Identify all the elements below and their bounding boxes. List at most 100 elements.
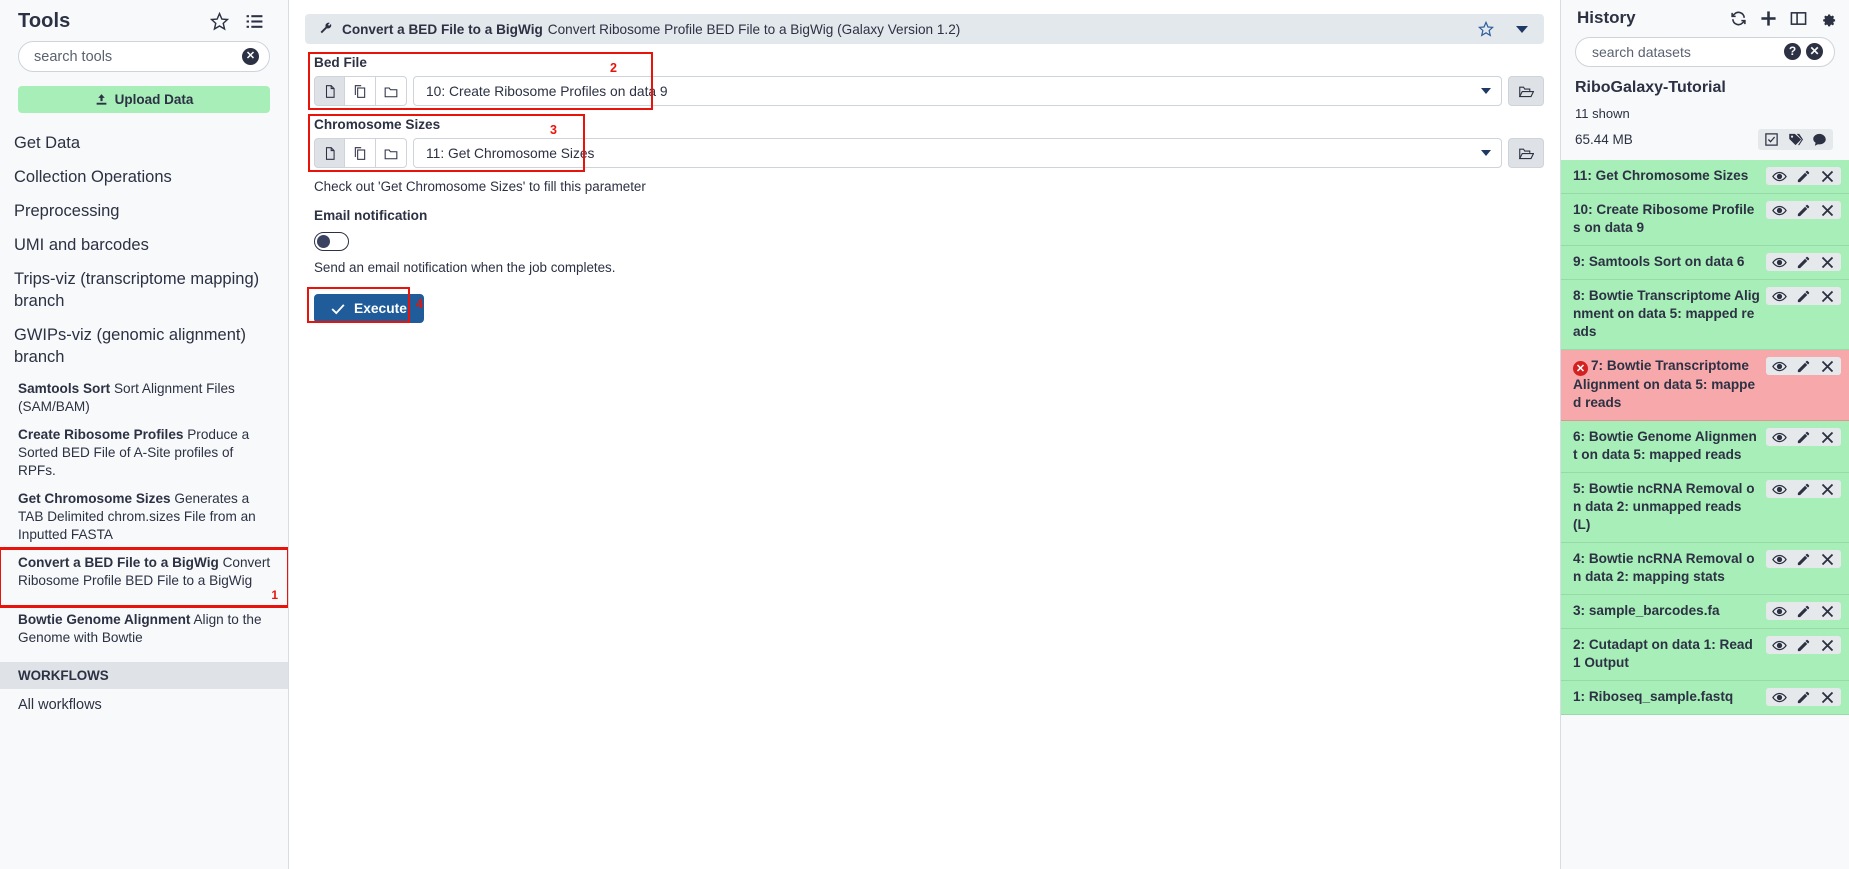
tool-item-create-ribosome-profiles[interactable]: Create Ribosome Profiles Produce a Sorte…: [0, 421, 288, 485]
pencil-icon[interactable]: [1796, 289, 1811, 303]
tool-section-gwips-viz[interactable]: GWIPs-viz (genomic alignment) branch: [0, 319, 288, 375]
list-item[interactable]: 9: Samtools Sort on data 6: [1561, 245, 1849, 280]
execute-button[interactable]: Execute: [314, 294, 424, 323]
history-search-wrap: ? ✕: [1561, 32, 1849, 67]
delete-icon[interactable]: [1820, 552, 1835, 566]
gear-icon[interactable]: [1820, 10, 1837, 27]
tool-search-wrap: ✕: [0, 37, 288, 72]
delete-icon[interactable]: [1820, 430, 1835, 444]
list-item[interactable]: ✕ 7: Bowtie Transcriptome Alignment on da…: [1561, 349, 1849, 422]
multiple-datasets-icon[interactable]: [345, 138, 376, 168]
history-shown-count: 11 shown: [1575, 106, 1630, 121]
bed-file-select[interactable]: 10: Create Ribosome Profiles on data 9: [413, 76, 1502, 106]
list-icon[interactable]: [245, 12, 264, 31]
clear-icon[interactable]: ✕: [242, 48, 259, 65]
eye-icon[interactable]: [1772, 604, 1787, 618]
star-icon[interactable]: [1477, 20, 1495, 37]
dataset-collection-icon[interactable]: [376, 138, 407, 168]
list-item[interactable]: 2: Cutadapt on data 1: Read 1 Output: [1561, 628, 1849, 681]
tool-section-umi-and-barcodes[interactable]: UMI and barcodes: [0, 229, 288, 263]
delete-icon[interactable]: [1820, 604, 1835, 618]
annotation-icon[interactable]: [1812, 132, 1827, 147]
eye-icon[interactable]: [1772, 359, 1787, 373]
dataset-actions: [1766, 356, 1841, 375]
eye-icon[interactable]: [1772, 430, 1787, 444]
pencil-icon[interactable]: [1796, 255, 1811, 269]
eye-icon[interactable]: [1772, 690, 1787, 704]
delete-icon[interactable]: [1820, 169, 1835, 183]
dataset-mode-group-bed-file: [314, 76, 407, 106]
eye-icon[interactable]: [1772, 638, 1787, 652]
switch-history-icon[interactable]: [1790, 10, 1807, 27]
pencil-icon[interactable]: [1796, 169, 1811, 183]
eye-icon[interactable]: [1772, 255, 1787, 269]
refresh-icon[interactable]: [1730, 10, 1747, 27]
delete-icon[interactable]: [1820, 482, 1835, 496]
tool-item-get-chromosome-sizes[interactable]: Get Chromosome Sizes Generates a TAB Del…: [0, 485, 288, 549]
pencil-icon[interactable]: [1796, 430, 1811, 444]
list-item[interactable]: 4: Bowtie ncRNA Removal on data 2: mappi…: [1561, 543, 1849, 595]
upload-data-button[interactable]: Upload Data: [18, 86, 270, 113]
delete-icon[interactable]: [1820, 638, 1835, 652]
list-item[interactable]: 6: Bowtie Genome Alignment on data 5: ma…: [1561, 421, 1849, 474]
pencil-icon[interactable]: [1796, 552, 1811, 566]
star-icon[interactable]: [210, 12, 229, 31]
eye-icon[interactable]: [1772, 482, 1787, 496]
list-item[interactable]: 10: Create Ribosome Profiles on data 9: [1561, 194, 1849, 246]
workflows-all-link[interactable]: All workflows: [0, 689, 288, 721]
select-items-icon[interactable]: [1764, 132, 1779, 147]
chevron-down-icon: [1481, 88, 1491, 94]
pencil-icon[interactable]: [1796, 690, 1811, 704]
dataset-actions: [1766, 550, 1841, 569]
pencil-icon[interactable]: [1796, 359, 1811, 373]
delete-icon[interactable]: [1820, 690, 1835, 704]
tool-section-collection-operations[interactable]: Collection Operations: [0, 161, 288, 195]
multiple-datasets-icon[interactable]: [345, 76, 376, 106]
eye-icon[interactable]: [1772, 203, 1787, 217]
dataset-name: 6: Bowtie Genome Alignment on data 5: ma…: [1573, 429, 1757, 463]
history-size: 65.44 MB: [1575, 132, 1633, 147]
eye-icon[interactable]: [1772, 289, 1787, 303]
delete-icon[interactable]: [1820, 359, 1835, 373]
dataset-actions: [1766, 480, 1841, 499]
list-item[interactable]: 1: Riboseq_sample.fastq: [1561, 680, 1849, 715]
browse-datasets-button-bed-file[interactable]: [1508, 76, 1544, 106]
single-dataset-icon[interactable]: [314, 76, 345, 106]
clear-icon[interactable]: ✕: [1806, 43, 1823, 60]
tool-section-trips-viz[interactable]: Trips-viz (transcriptome mapping) branch: [0, 263, 288, 319]
list-item[interactable]: 5: Bowtie ncRNA Removal on data 2: unmap…: [1561, 473, 1849, 544]
dataset-name: 3: sample_barcodes.fa: [1573, 602, 1720, 618]
single-dataset-icon[interactable]: [314, 138, 345, 168]
help-icon[interactable]: ?: [1784, 43, 1801, 60]
list-item[interactable]: 8: Bowtie Transcriptome Alignment on dat…: [1561, 279, 1849, 350]
eye-icon[interactable]: [1772, 552, 1787, 566]
chromosome-sizes-select[interactable]: 11: Get Chromosome Sizes: [413, 138, 1502, 168]
dataset-actions: [1766, 687, 1841, 706]
field-bed-file: Bed File 10: Create Ribosome Profiles on…: [305, 52, 1544, 110]
browse-datasets-button-chromosome-sizes[interactable]: [1508, 138, 1544, 168]
execute-label: Execute: [354, 301, 407, 316]
tool-search-input[interactable]: [18, 41, 270, 72]
dataset-collection-icon[interactable]: [376, 76, 407, 106]
tool-section-get-data[interactable]: Get Data: [0, 127, 288, 161]
delete-icon[interactable]: [1820, 255, 1835, 269]
pencil-icon[interactable]: [1796, 604, 1811, 618]
pencil-icon[interactable]: [1796, 482, 1811, 496]
tool-section-preprocessing[interactable]: Preprocessing: [0, 195, 288, 229]
eye-icon[interactable]: [1772, 169, 1787, 183]
list-item[interactable]: 3: sample_barcodes.fa: [1561, 594, 1849, 629]
tool-item-samtools-sort[interactable]: Samtools Sort Sort Alignment Files (SAM/…: [0, 375, 288, 421]
email-notification-toggle[interactable]: [314, 232, 349, 251]
tool-item-name: Create Ribosome Profiles: [18, 426, 184, 442]
delete-icon[interactable]: [1820, 203, 1835, 217]
list-item[interactable]: 11: Get Chromosome Sizes: [1561, 160, 1849, 194]
tags-icon[interactable]: [1788, 132, 1803, 147]
bed-file-value: 10: Create Ribosome Profiles on data 9: [426, 83, 668, 99]
tool-item-bowtie-genome-alignment[interactable]: Bowtie Genome Alignment Align to the Gen…: [0, 606, 288, 652]
pencil-icon[interactable]: [1796, 638, 1811, 652]
delete-icon[interactable]: [1820, 289, 1835, 303]
tool-item-convert-bed-to-bigwig[interactable]: Convert a BED File to a BigWig Convert R…: [0, 547, 288, 609]
chevron-down-icon[interactable]: [1516, 25, 1528, 33]
pencil-icon[interactable]: [1796, 203, 1811, 217]
plus-icon[interactable]: [1760, 10, 1777, 27]
